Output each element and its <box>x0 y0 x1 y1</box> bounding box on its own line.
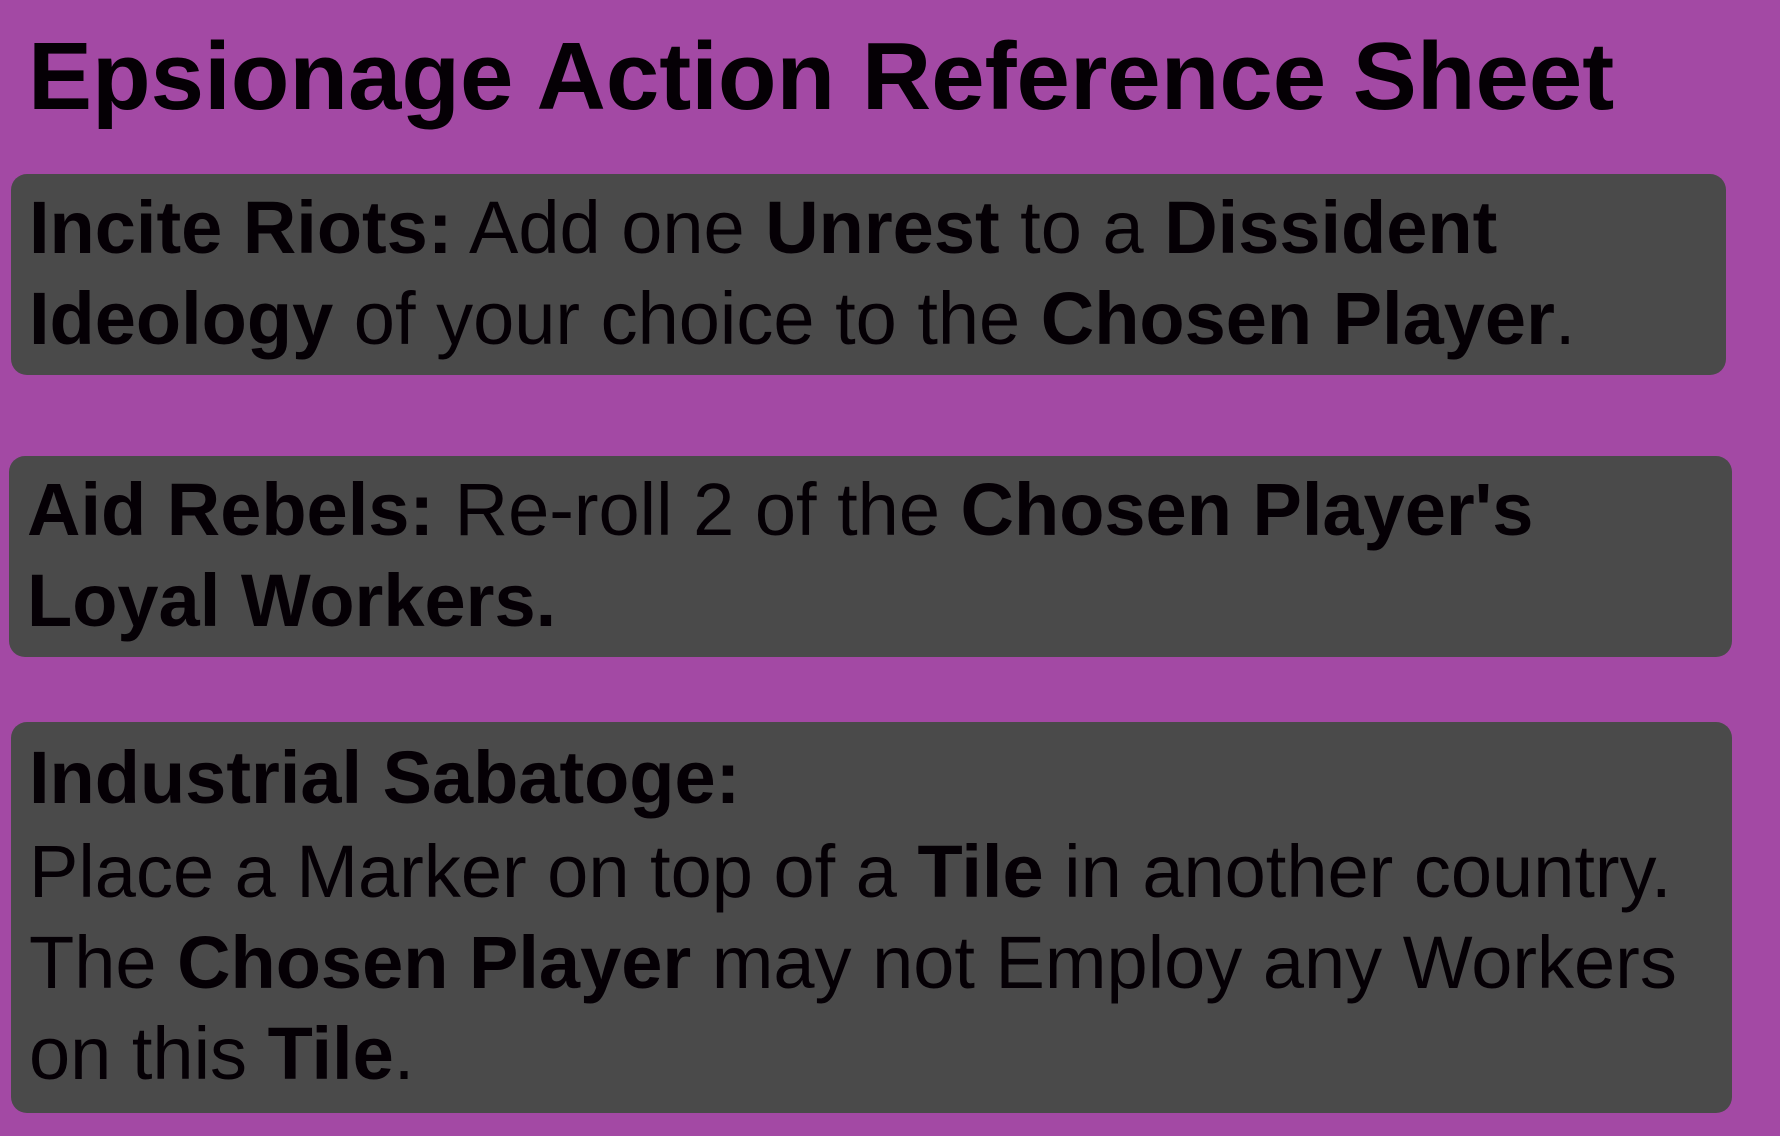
text-run: of your choice to the <box>333 277 1041 360</box>
text-run: Re-roll 2 of the <box>434 468 961 551</box>
action-card-incite-riots: Incite Riots: Add one Unrest to a Dissid… <box>11 174 1726 375</box>
action-name: Aid Rebels: <box>27 468 435 551</box>
action-name: Industrial Sabatoge: <box>29 736 741 819</box>
text-run: Add one <box>452 186 766 269</box>
text-run: . <box>1554 277 1576 360</box>
action-description: Place a Marker on top of a Tile in anoth… <box>29 826 1714 1099</box>
text-run: Place a Marker on top of a <box>29 830 918 913</box>
action-description: Aid Rebels: Re-roll 2 of the Chosen Play… <box>27 464 1714 646</box>
keyword: Tile <box>267 1012 394 1095</box>
keyword: Chosen Player <box>177 921 692 1004</box>
action-card-industrial-sabatoge: Industrial Sabatoge: Place a Marker on t… <box>11 722 1732 1113</box>
action-name: Incite Riots: <box>29 186 453 269</box>
keyword: Tile <box>917 830 1044 913</box>
text-run: to a <box>999 186 1165 269</box>
action-description: Incite Riots: Add one Unrest to a Dissid… <box>29 182 1708 364</box>
keyword: Unrest <box>765 186 1000 269</box>
action-name-line: Industrial Sabatoge: <box>29 730 1714 826</box>
text-run: . <box>393 1012 415 1095</box>
keyword: Chosen Player <box>1040 277 1555 360</box>
page-title: Epsionage Action Reference Sheet <box>28 23 1615 130</box>
action-card-aid-rebels: Aid Rebels: Re-roll 2 of the Chosen Play… <box>9 456 1732 657</box>
